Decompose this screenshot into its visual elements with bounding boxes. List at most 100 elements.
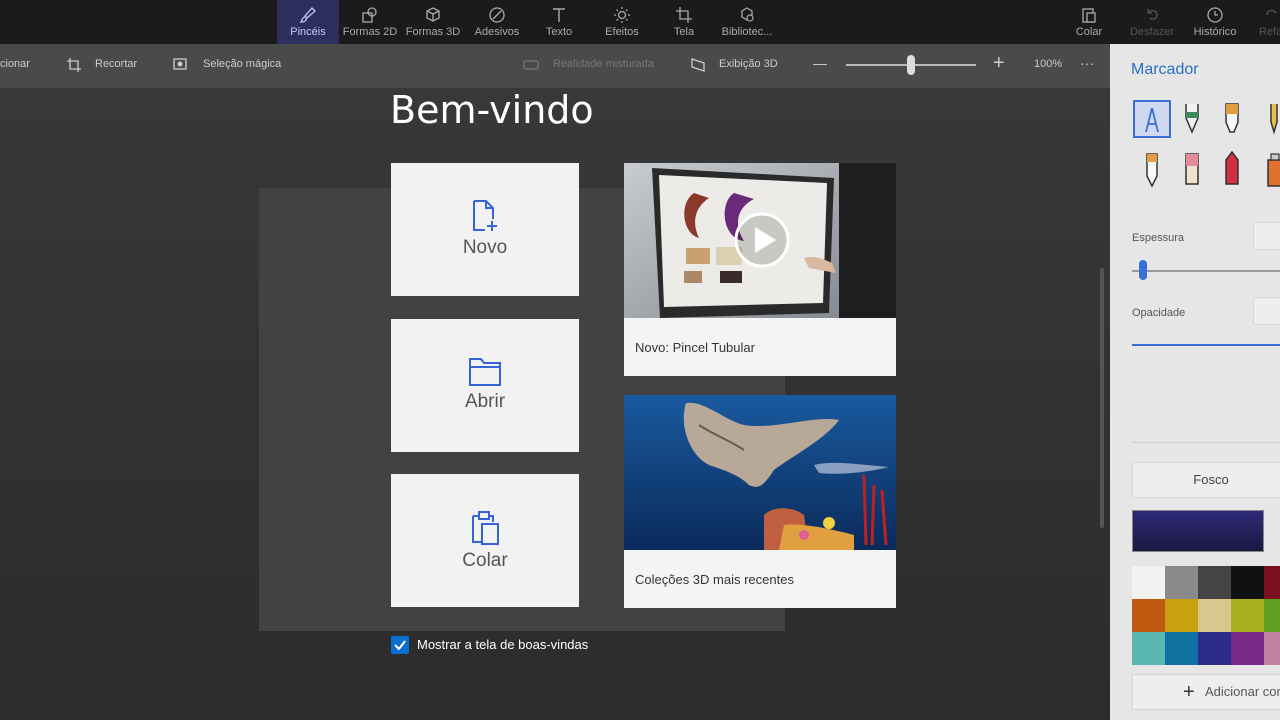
add-color-button[interactable]: + Adicionar cor [1132,674,1280,710]
tool-effects-label: Efeitos [605,26,639,38]
opacity-slider-track[interactable] [1132,344,1280,346]
brush-watercolor[interactable] [1255,100,1280,138]
zoom-out-button[interactable]: — [813,55,827,71]
watercolor-brush-icon [1270,104,1278,135]
current-color-swatch[interactable] [1132,510,1264,552]
crop-canvas-icon [676,7,692,23]
tool-shapes-3d[interactable]: Formas 3D [402,0,464,44]
brush-calligraphy-pen[interactable] [1173,100,1211,138]
sun-icon [614,7,630,23]
tool-text[interactable]: Texto [528,0,590,44]
palette-swatch[interactable] [1264,566,1280,599]
history-icon [1207,7,1223,23]
brush-pencil[interactable] [1133,150,1171,188]
tool-text-label: Texto [545,26,573,38]
brush-oil[interactable] [1213,100,1251,138]
palette-swatch[interactable] [1165,599,1198,632]
zoom-in-button[interactable]: + [993,52,1005,75]
new-file-icon [473,200,497,231]
redo-icon [1266,9,1277,16]
finish-dropdown[interactable]: Fosco [1132,462,1280,498]
view-3d-icon[interactable] [690,57,706,73]
text-icon [553,8,565,22]
redo-button[interactable]: Refazer [1247,0,1280,44]
crop-button[interactable]: Recortar [95,58,137,70]
paste-button[interactable]: Colar [1058,0,1120,44]
thickness-slider-track[interactable] [1132,270,1280,272]
brush-crayon[interactable] [1213,150,1251,188]
new-tile[interactable]: Novo [391,163,579,296]
palette-swatch[interactable] [1198,599,1231,632]
vertical-scrollbar[interactable] [1100,268,1104,528]
brush-spray[interactable] [1255,150,1280,188]
brush-eraser[interactable] [1173,150,1211,188]
secondary-toolbar: cionar Recortar Seleção mágica Realidade… [0,44,1110,88]
zoom-slider-thumb[interactable] [907,55,915,75]
marker-icon [1145,107,1159,133]
paste-icon [1082,8,1096,23]
top-toolbar: Pincéis Formas 2D Formas 3D Adesivos Tex… [0,0,1280,44]
video-card-tube-brush[interactable]: Novo: Pincel Tubular [624,163,896,376]
palette-swatch[interactable] [1264,632,1280,665]
brush-panel: Marcador Espessura Opacidade Fosco + Adi… [1110,44,1280,720]
palette-swatch[interactable] [1132,599,1165,632]
show-welcome-checkbox[interactable] [391,636,409,654]
palette-swatch[interactable] [1264,599,1280,632]
tool-canvas[interactable]: Tela [653,0,715,44]
palette-swatch[interactable] [1231,599,1264,632]
tool-brushes-label: Pincéis [290,26,326,38]
checkmark-icon [394,640,406,651]
plus-icon: + [1183,681,1195,703]
crop-icon[interactable] [66,57,82,73]
palette-swatch[interactable] [1165,632,1198,665]
palette-swatch[interactable] [1198,632,1231,665]
folder-icon [469,358,501,386]
brush-icon [299,7,316,23]
tool-library[interactable]: Bibliotec... [716,0,778,44]
oil-brush-icon [1225,103,1239,133]
tool-shapes-2d-label: Formas 2D [342,26,398,38]
view-3d-button[interactable]: Exibição 3D [719,58,778,70]
thickness-value-box[interactable] [1253,222,1280,250]
mixed-reality-icon[interactable] [523,57,539,73]
open-tile[interactable]: Abrir [391,319,579,452]
mixed-reality-button[interactable]: Realidade misturada [553,58,654,70]
undo-button[interactable]: Desfazer [1121,0,1183,44]
magic-select-button[interactable]: Seleção mágica [203,58,281,70]
new-tile-label: Novo [462,237,508,258]
cube-icon [426,7,440,22]
tool-brushes[interactable]: Pincéis [277,0,339,44]
eraser-icon [1185,153,1199,185]
tool-shapes-2d[interactable]: Formas 2D [339,0,401,44]
magic-select-icon[interactable] [173,57,189,73]
library-icon [741,7,754,22]
palette-swatch[interactable] [1132,632,1165,665]
brush-marker[interactable] [1133,100,1171,138]
redo-label: Refazer [1259,26,1280,38]
paste-tile-label: Colar [462,550,508,571]
zoom-level: 100% [1034,58,1063,70]
history-button[interactable]: Histórico [1184,0,1246,44]
add-color-label: Adicionar cor [1205,684,1280,699]
3d-collections-card-text: Coleções 3D mais recentes [635,572,794,587]
card-3d-collections[interactable]: Coleções 3D mais recentes [624,395,896,608]
palette-swatch[interactable] [1231,566,1264,599]
undo-label: Desfazer [1129,26,1175,38]
paste-tile[interactable]: Colar [391,474,579,607]
tool-shapes-3d-label: Formas 3D [405,26,461,38]
tool-effects[interactable]: Efeitos [591,0,653,44]
opacity-value-box[interactable] [1253,297,1280,325]
tube-brush-video-thumbnail [624,163,896,318]
undo-icon [1147,9,1158,20]
open-tile-label: Abrir [464,391,506,412]
more-options-button[interactable]: ··· [1080,55,1094,71]
spray-can-icon [1267,153,1280,187]
palette-swatch[interactable] [1165,566,1198,599]
palette-swatch[interactable] [1198,566,1231,599]
tool-stickers[interactable]: Adesivos [466,0,528,44]
palette-swatch[interactable] [1132,566,1165,599]
thickness-slider-thumb[interactable] [1139,260,1147,280]
3d-collections-thumbnail [624,395,896,550]
palette-swatch[interactable] [1231,632,1264,665]
select-button[interactable]: cionar [0,58,30,70]
